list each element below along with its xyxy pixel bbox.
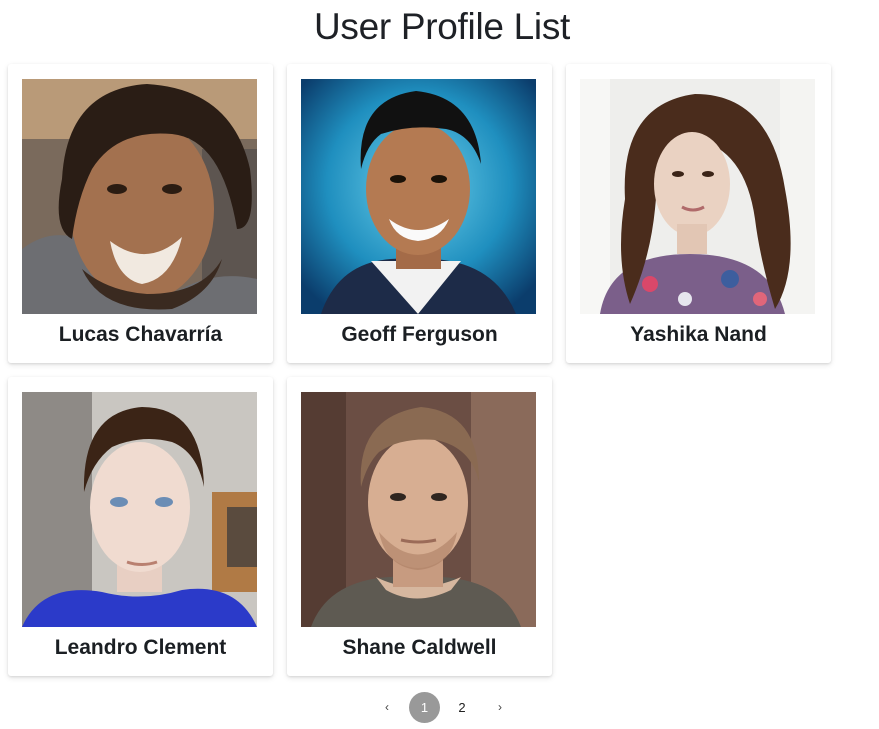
- profile-name: Leandro Clement: [54, 636, 227, 659]
- profile-card[interactable]: Geoff Ferguson: [287, 64, 552, 363]
- pagination: ‹ 1 2 ›: [371, 691, 516, 723]
- profile-photo: [301, 392, 536, 627]
- profile-name: Geoff Ferguson: [341, 323, 498, 346]
- profile-name: Yashika Nand: [630, 323, 767, 346]
- chevron-left-icon[interactable]: ‹: [371, 692, 403, 722]
- profile-card[interactable]: Lucas Chavarría: [8, 64, 273, 363]
- profile-photo: [580, 79, 815, 314]
- page-button-1[interactable]: 1: [409, 691, 440, 723]
- profile-photo: [301, 79, 536, 314]
- profile-name: Lucas Chavarría: [58, 323, 223, 346]
- profile-name: Shane Caldwell: [342, 636, 497, 659]
- page-button-2[interactable]: 2: [446, 692, 478, 722]
- chevron-right-icon[interactable]: ›: [484, 692, 516, 722]
- page-title: User Profile List: [313, 6, 571, 47]
- profile-card[interactable]: Leandro Clement: [8, 377, 273, 676]
- profile-card[interactable]: Shane Caldwell: [287, 377, 552, 676]
- profile-card[interactable]: Yashika Nand: [566, 64, 831, 363]
- profile-photo: [22, 79, 257, 314]
- profile-photo: [22, 392, 257, 627]
